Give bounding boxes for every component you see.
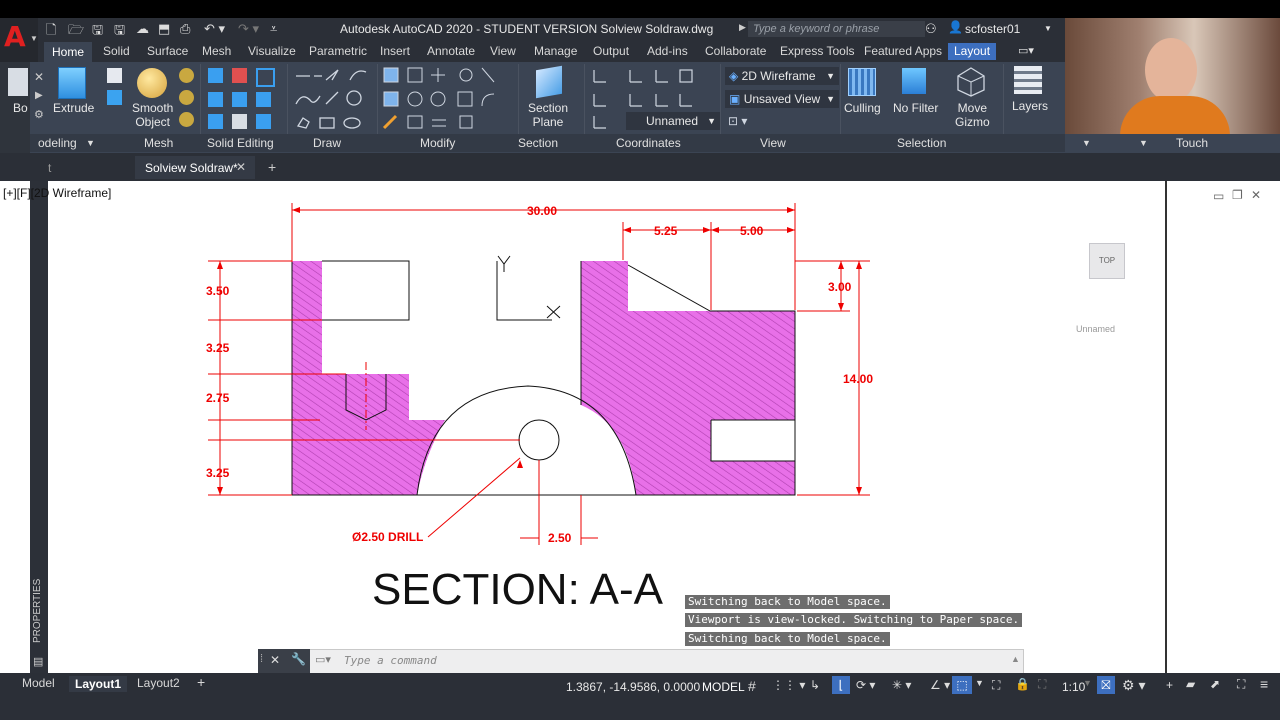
infer-icon[interactable]: ↳ bbox=[810, 678, 820, 692]
dim-525-line bbox=[622, 222, 795, 310]
snap-icon[interactable]: ⋮⋮ ▾ bbox=[772, 678, 805, 692]
command-history-line: Viewport is view-locked. Switching to Pa… bbox=[685, 613, 1023, 627]
y-marker bbox=[497, 255, 511, 272]
dim-3-00: 3.00 bbox=[828, 280, 852, 294]
scale-readout[interactable]: 1:10 bbox=[1062, 680, 1085, 694]
layout-tab-layout1[interactable]: Layout1 bbox=[69, 676, 128, 692]
dim-3-25a: 3.25 bbox=[206, 341, 230, 355]
clean-screen-icon[interactable]: ⛶ bbox=[1237, 677, 1245, 692]
maximize-viewport-icon[interactable]: ⛶ bbox=[992, 678, 1000, 693]
chevron-down-icon[interactable]: ▼ bbox=[1083, 678, 1092, 688]
dynamic-ucs-icon[interactable]: ⬚ bbox=[952, 676, 972, 694]
dim-2-75: 2.75 bbox=[206, 391, 230, 405]
dim-30-line bbox=[291, 203, 796, 310]
dim-3-25b: 3.25 bbox=[206, 466, 230, 480]
object-snap-icon[interactable]: ∠ ▾ bbox=[930, 678, 950, 692]
drill-note: Ø2.50 DRILL bbox=[352, 530, 423, 544]
add-layout-icon[interactable]: + bbox=[197, 674, 205, 690]
polar-icon[interactable]: ⟳ ▾ bbox=[856, 678, 875, 692]
layout-tab-model[interactable]: Model bbox=[22, 676, 55, 690]
annotation-monitor-icon[interactable]: + bbox=[1166, 678, 1173, 692]
dim-30: 30.00 bbox=[527, 204, 557, 218]
viewport-scale-icon[interactable]: ⛶ bbox=[1038, 677, 1046, 692]
customization-icon[interactable]: ≡ bbox=[1260, 676, 1268, 692]
coordinates-readout[interactable]: 1.3867, -14.9586, 0.0000 bbox=[566, 680, 700, 694]
command-line-tools: ⁞ ✕ 🔧 bbox=[258, 649, 310, 673]
outline-slot-mid bbox=[496, 261, 552, 321]
lock-icon[interactable]: 🔒 bbox=[1015, 677, 1030, 691]
command-history-line: Switching back to Model space. bbox=[685, 595, 890, 609]
dim-2-50: 2.50 bbox=[548, 531, 572, 545]
hatch-right bbox=[581, 261, 795, 495]
annotation-scale-icon[interactable]: ⛝ bbox=[1097, 676, 1115, 694]
command-prompt-icon[interactable]: ▭▾ bbox=[315, 653, 331, 666]
drill-hole bbox=[518, 419, 560, 461]
dim-14-00: 14.00 bbox=[843, 372, 873, 386]
grip-icon[interactable]: ⁞ bbox=[260, 653, 263, 665]
section-drawing: 30.00 5.25 5.00 3.50 3.25 2.75 3.25 3.00… bbox=[206, 203, 873, 614]
isolate-icon[interactable]: ⬈ bbox=[1210, 677, 1220, 691]
layout-tab-layout2[interactable]: Layout2 bbox=[137, 676, 180, 690]
outline-rect-right bbox=[710, 419, 795, 462]
units-icon[interactable]: ▰ bbox=[1186, 677, 1195, 691]
outline-slot-left bbox=[322, 260, 410, 321]
close-icon[interactable]: ✕ bbox=[270, 653, 280, 667]
ortho-icon[interactable]: ⌊ bbox=[832, 676, 850, 694]
chevron-up-icon[interactable]: ▲ bbox=[1011, 654, 1020, 664]
isodraft-icon[interactable]: ✳ ▾ bbox=[892, 678, 911, 692]
chevron-down-icon[interactable]: ▼ bbox=[975, 678, 984, 688]
arrow bbox=[517, 460, 523, 468]
dim-5-00: 5.00 bbox=[740, 224, 764, 238]
wrench-icon[interactable]: 🔧 bbox=[291, 652, 306, 666]
command-input[interactable]: Type a command bbox=[344, 654, 437, 667]
section-title: SECTION: A-A bbox=[372, 565, 664, 614]
command-history-line: Switching back to Model space. bbox=[685, 632, 890, 646]
drill-leader bbox=[427, 457, 521, 538]
dim-3-50: 3.50 bbox=[206, 284, 230, 298]
hatch-left bbox=[292, 261, 445, 495]
workspace-gear-icon[interactable]: ⚙ ▾ bbox=[1122, 677, 1145, 694]
grid-icon[interactable]: # bbox=[748, 678, 756, 694]
model-space-button[interactable]: MODEL bbox=[702, 680, 745, 694]
dim-5-25: 5.25 bbox=[654, 224, 678, 238]
x-marker bbox=[546, 305, 561, 319]
